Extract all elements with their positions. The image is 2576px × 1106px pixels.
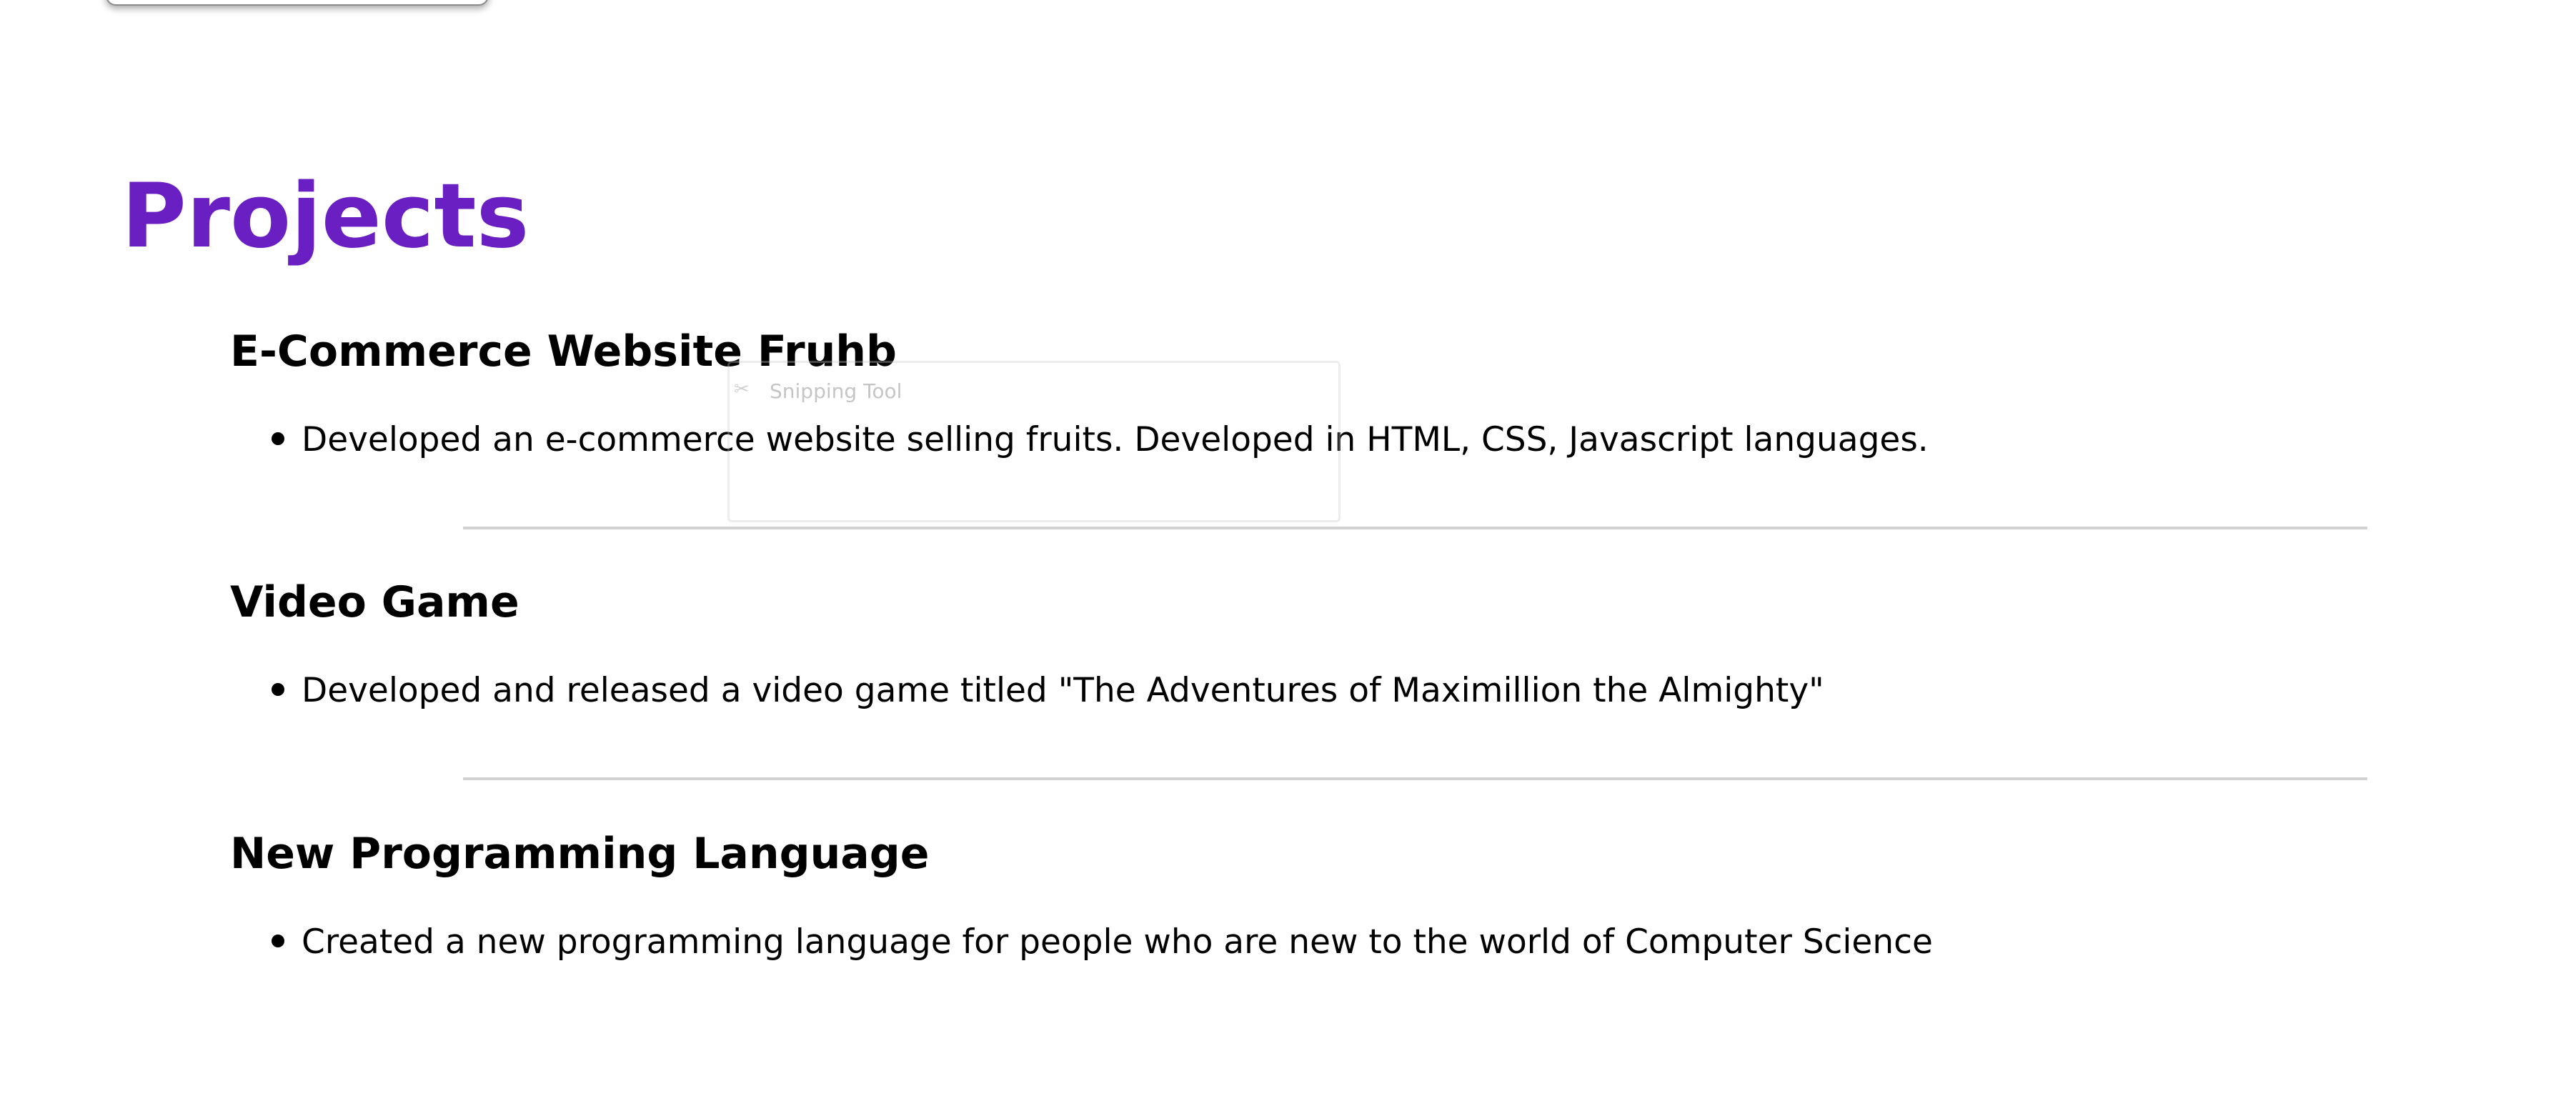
- page: Projects E-Commerce Website Fruhb Develo…: [0, 0, 2576, 1106]
- snipping-tool-overlay[interactable]: ✂ Snipping Tool: [727, 361, 1341, 522]
- project-bullet-video-game: Developed and released a video game titl…: [272, 667, 1824, 714]
- project-title-video-game: Video Game: [230, 577, 519, 627]
- project-description: Developed and released a video game titl…: [302, 671, 1824, 710]
- section-divider: [463, 527, 2367, 529]
- project-title-programming-language: New Programming Language: [230, 829, 930, 879]
- scissors-icon: ✂: [734, 379, 750, 400]
- project-description: Created a new programming language for p…: [302, 922, 1933, 962]
- bullet-icon: [272, 934, 284, 947]
- snipping-tool-label: Snipping Tool: [770, 379, 902, 403]
- window-tab-edge: [106, 0, 489, 6]
- project-bullet-programming-language: Created a new programming language for p…: [272, 919, 1933, 966]
- bullet-icon: [272, 682, 284, 696]
- bullet-icon: [272, 432, 284, 445]
- section-divider: [463, 777, 2367, 780]
- page-title: Projects: [121, 165, 529, 268]
